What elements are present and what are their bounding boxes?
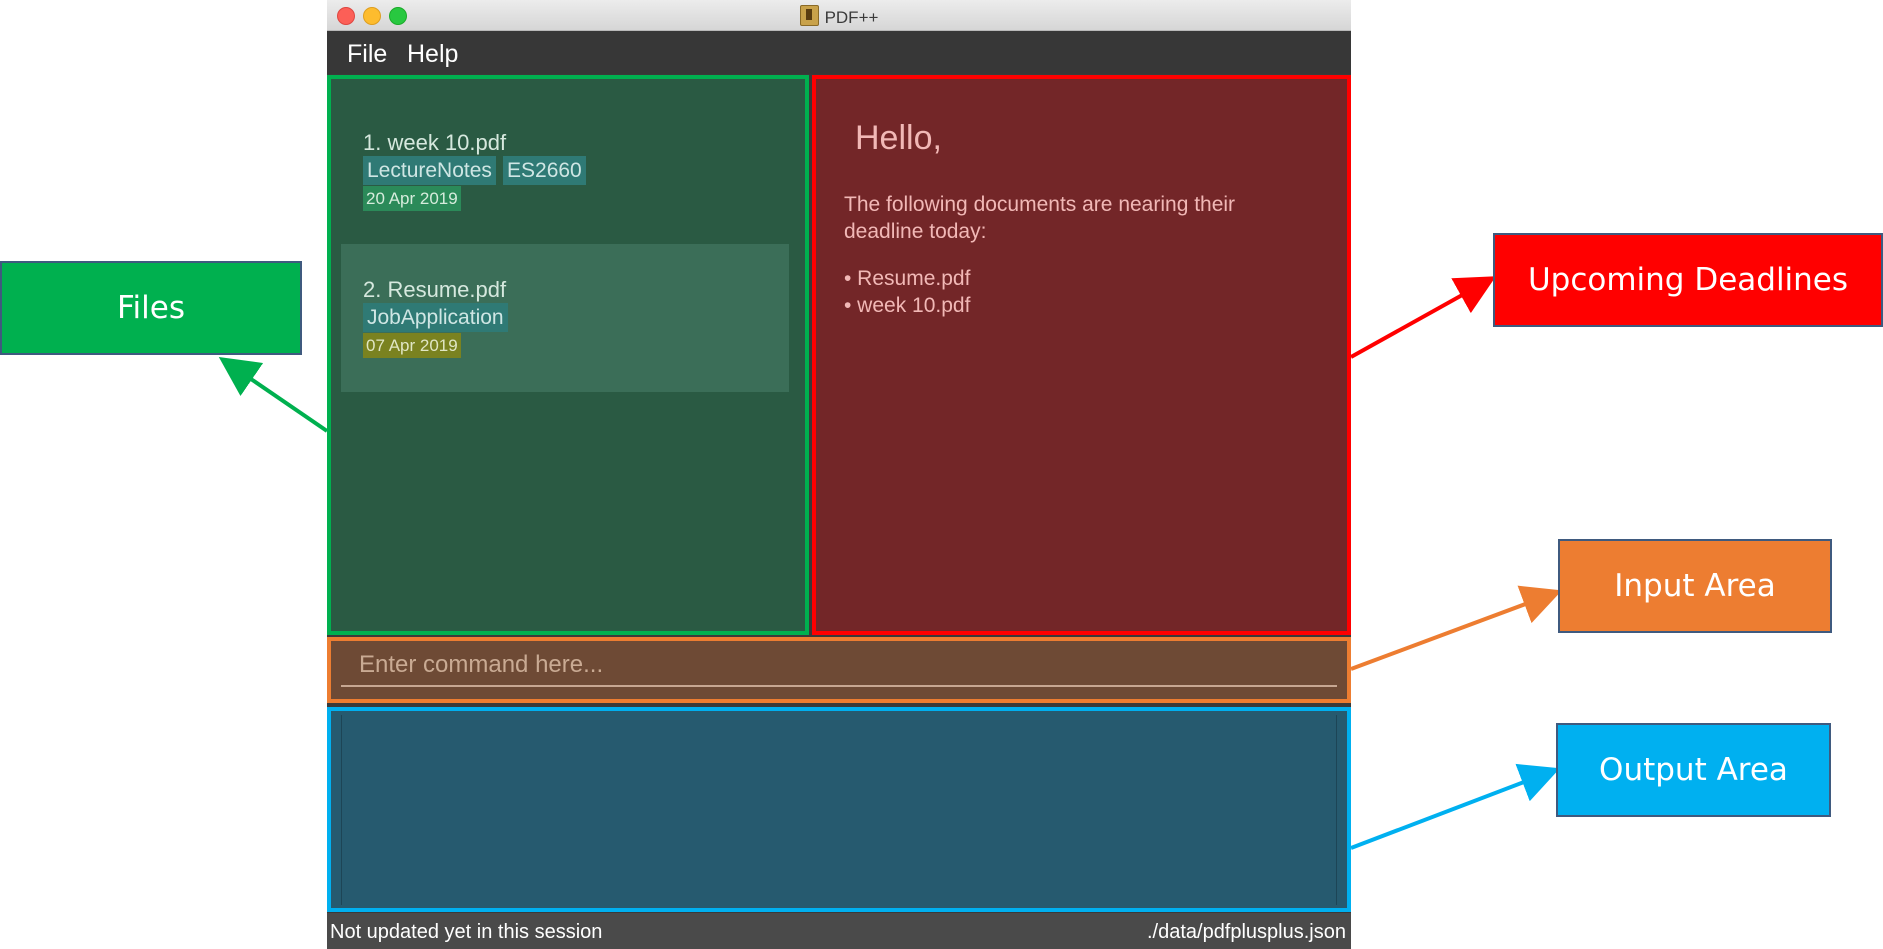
files-arrow bbox=[218, 356, 329, 433]
output-area bbox=[327, 707, 1351, 912]
command-input[interactable] bbox=[341, 645, 1337, 687]
status-bar: Not updated yet in this session ./data/p… bbox=[327, 913, 1351, 949]
files-callout: Files bbox=[0, 261, 302, 355]
output-arrow bbox=[1350, 763, 1560, 850]
file-tag: LectureNotes bbox=[363, 156, 496, 185]
deadline-item: • week 10.pdf bbox=[844, 294, 971, 317]
file-date: 07 Apr 2019 bbox=[363, 333, 461, 358]
menu-file[interactable]: File bbox=[347, 40, 387, 69]
output-callout: Output Area bbox=[1556, 723, 1831, 817]
app-window: PDF++ File Help 1. week 10.pdf LectureNo… bbox=[327, 0, 1351, 949]
file-name: 2. Resume.pdf bbox=[363, 277, 507, 302]
file-date: 20 Apr 2019 bbox=[363, 186, 461, 211]
input-callout: Input Area bbox=[1558, 539, 1832, 633]
files-panel: 1. week 10.pdf LectureNotes ES2660 20 Ap… bbox=[327, 75, 809, 635]
file-tag: ES2660 bbox=[503, 156, 586, 185]
app-icon bbox=[799, 5, 819, 26]
deadline-list: • Resume.pdf • week 10.pdf bbox=[844, 265, 970, 319]
file-name: 1. week 10.pdf bbox=[363, 130, 507, 155]
save-location: ./data/pdfplusplus.json bbox=[1146, 921, 1346, 943]
upcoming-deadlines-panel: Hello, The following documents are neari… bbox=[812, 75, 1351, 635]
menu-help[interactable]: Help bbox=[407, 40, 458, 69]
deadline-message: The following documents are nearing thei… bbox=[844, 193, 1236, 243]
window-title-wrap: PDF++ bbox=[327, 5, 1351, 28]
title-bar: PDF++ bbox=[327, 0, 1351, 31]
file-card[interactable]: 1. week 10.pdf LectureNotes ES2660 20 Ap… bbox=[341, 94, 789, 242]
stage: PDF++ File Help 1. week 10.pdf LectureNo… bbox=[0, 0, 1883, 949]
file-tag: JobApplication bbox=[363, 303, 508, 332]
file-card-selected[interactable]: 2. Resume.pdf JobApplication 07 Apr 2019 bbox=[341, 244, 789, 392]
result-display[interactable] bbox=[341, 715, 1337, 905]
sync-status: Not updated yet in this session bbox=[330, 921, 603, 943]
input-area bbox=[327, 637, 1351, 703]
window-title: PDF++ bbox=[824, 8, 879, 27]
input-arrow bbox=[1350, 585, 1562, 671]
menu-bar: File Help bbox=[327, 31, 1351, 74]
greeting: Hello, bbox=[855, 119, 942, 157]
deadlines-arrow bbox=[1350, 276, 1496, 359]
deadlines-callout: Upcoming Deadlines bbox=[1493, 233, 1883, 327]
deadline-item: • Resume.pdf bbox=[844, 267, 971, 290]
